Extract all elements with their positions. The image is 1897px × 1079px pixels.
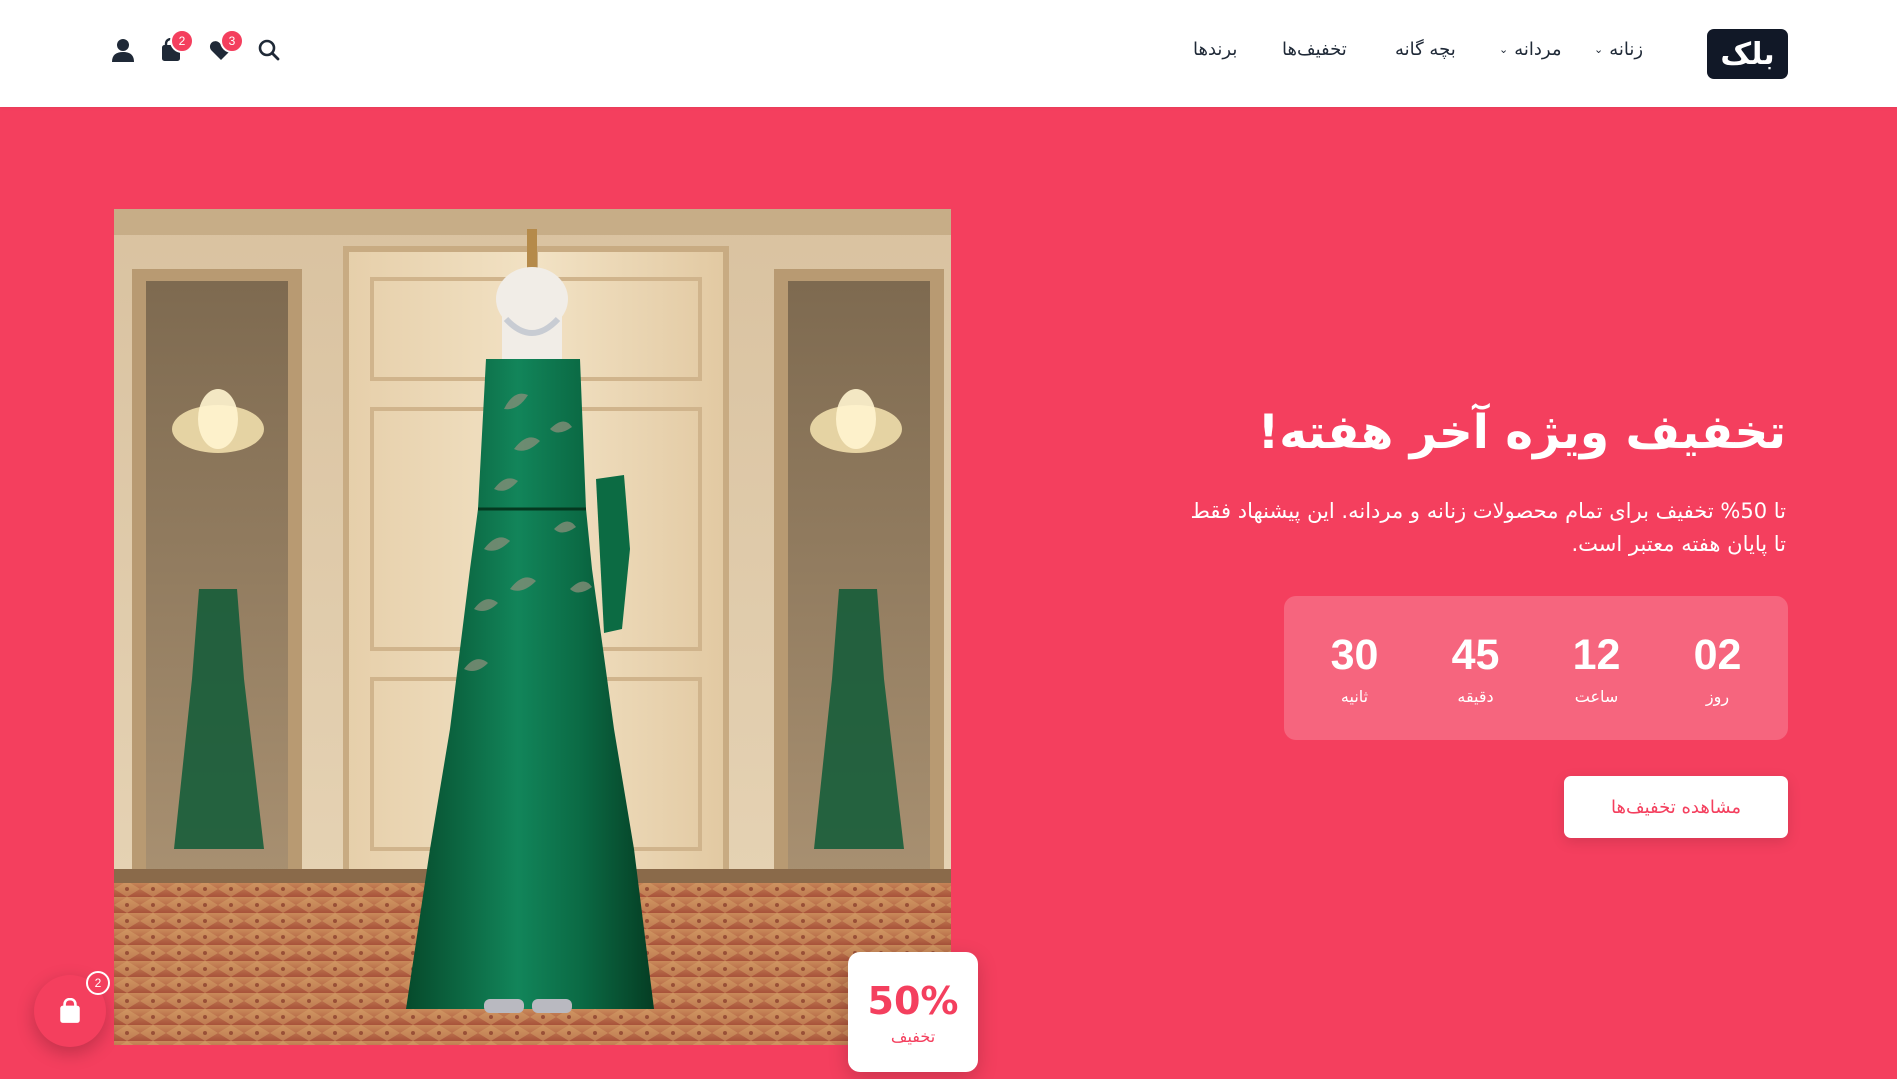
nav-item-label: بچه گانه — [1395, 38, 1456, 60]
wishlist-button[interactable]: 3 — [206, 29, 244, 65]
discount-percent-card: 50% تخفیف — [848, 952, 978, 1072]
nav-item-women[interactable]: زنانه ⌄ — [1594, 36, 1643, 62]
discount-percent: 50% — [867, 978, 959, 1023]
countdown-value: 02 — [1693, 630, 1742, 679]
nav-item-men[interactable]: مردانه ⌄ — [1499, 36, 1561, 62]
account-button[interactable] — [108, 35, 138, 65]
countdown-label: ثانیه — [1340, 686, 1369, 706]
countdown-label: دقیقه — [1457, 686, 1494, 706]
search-icon — [258, 39, 280, 61]
cart-button[interactable]: 2 — [156, 29, 194, 65]
nav-item-label: تخفیف‌ها — [1282, 38, 1347, 60]
view-discounts-button[interactable]: مشاهده تخفیف‌ها — [1564, 776, 1788, 838]
chevron-down-icon: ⌄ — [1499, 42, 1509, 56]
nav-item-kids[interactable]: بچه گانه — [1395, 36, 1456, 62]
hero-product-image — [114, 209, 951, 1045]
countdown-value: 12 — [1572, 630, 1621, 679]
hero-description: تا 50% تخفیف برای تمام محصولات زنانه و م… — [1190, 499, 1786, 556]
search-button[interactable] — [254, 35, 284, 65]
brand-logo[interactable]: بلک — [1707, 29, 1788, 79]
countdown-timer: 02 روز 12 ساعت 45 دقیقه 30 ثانیه — [1284, 596, 1788, 740]
nav-item-label: مردانه — [1514, 38, 1562, 60]
discount-label: تخفیف — [890, 1026, 936, 1046]
countdown-label: روز — [1705, 686, 1730, 706]
chevron-down-icon: ⌄ — [1594, 42, 1604, 56]
nav-item-label: برندها — [1193, 38, 1238, 60]
nav-item-discounts[interactable]: تخفیف‌ها — [1282, 36, 1347, 62]
countdown-days: 02 روز — [1663, 631, 1773, 706]
shopping-bag-icon — [60, 998, 80, 1023]
countdown-label: ساعت — [1574, 686, 1619, 706]
countdown-value: 30 — [1330, 630, 1379, 679]
green-dress-photo — [114, 209, 951, 1045]
floating-cart-button[interactable]: 2 — [34, 971, 110, 1047]
countdown-value: 45 — [1451, 630, 1500, 679]
floating-cart-count-badge: 2 — [86, 971, 110, 995]
user-icon — [112, 39, 134, 62]
countdown-hours: 12 ساعت — [1542, 631, 1652, 706]
hero-title: تخفیف ویژه آخر هفته! — [1257, 405, 1786, 460]
countdown-seconds: 30 ثانیه — [1300, 631, 1410, 706]
wishlist-count-badge: 3 — [220, 29, 244, 53]
top-navbar: بلک زنانه ⌄ مردانه ⌄ بچه گانه تخفیف‌ها ب… — [0, 0, 1897, 107]
nav-item-brands[interactable]: برندها — [1193, 36, 1237, 62]
countdown-minutes: 45 دقیقه — [1421, 631, 1531, 706]
nav-item-label: زنانه — [1609, 38, 1644, 60]
cart-count-badge: 2 — [170, 29, 194, 53]
